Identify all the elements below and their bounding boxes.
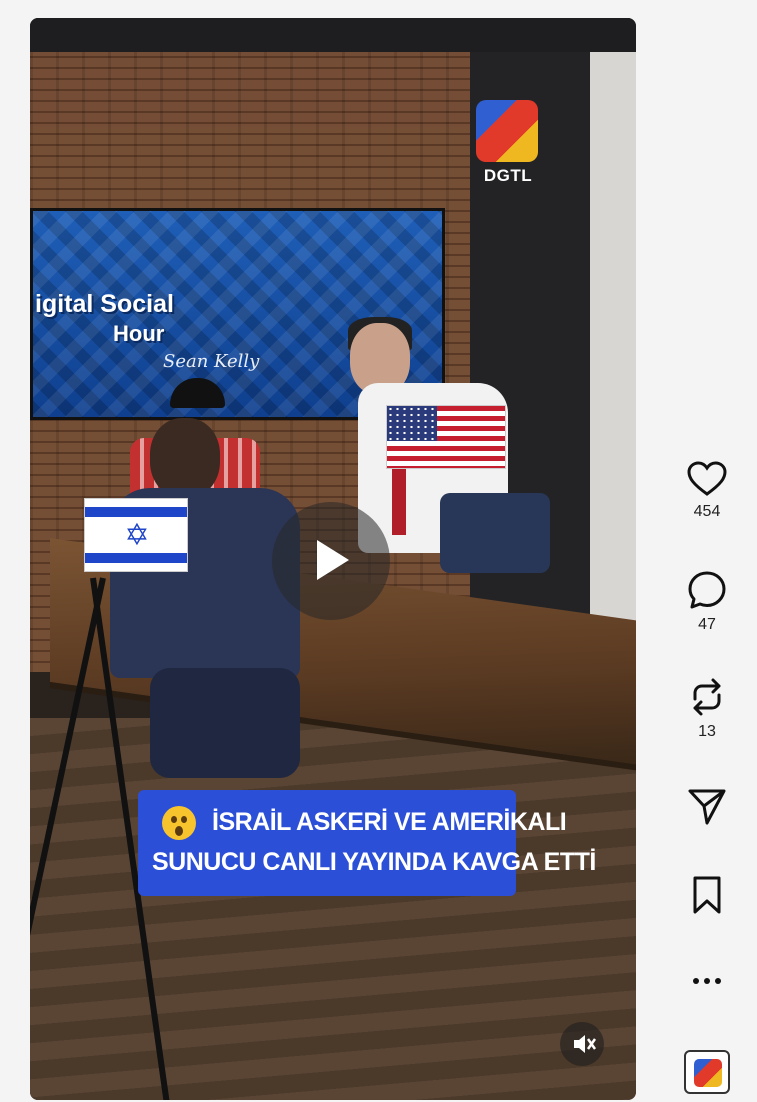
speaker-muted-icon <box>574 1035 597 1053</box>
comment-count: 47 <box>698 616 716 633</box>
mute-button[interactable] <box>560 1022 604 1066</box>
like-button[interactable]: 454 <box>672 461 742 521</box>
screen-subtitle: Hour <box>113 321 165 346</box>
repost-icon <box>693 678 721 716</box>
caption-line-2: SUNUCU CANLI YAYINDA KAVGA ETTİ <box>152 848 596 876</box>
account-avatar[interactable] <box>684 1050 730 1094</box>
more-dots-icon <box>693 978 721 984</box>
dgtl-logo: DGTL <box>476 100 540 186</box>
save-button[interactable] <box>672 875 742 915</box>
share-button[interactable] <box>672 787 742 827</box>
israel-flag: ✡ <box>84 498 188 572</box>
repost-button[interactable]: 13 <box>672 677 742 741</box>
play-icon <box>317 540 349 580</box>
video-caption: İSRAİL ASKERİ VE AMERİKALI SUNUCU CANLI … <box>138 790 596 896</box>
star-of-david-icon: ✡ <box>124 518 150 553</box>
bookmark-icon <box>693 876 721 914</box>
heart-icon <box>687 461 727 496</box>
dgtl-logo-text: DGTL <box>483 166 533 185</box>
comment-bubble-icon <box>688 571 726 609</box>
like-count: 454 <box>693 503 721 520</box>
repost-count: 13 <box>698 723 716 740</box>
more-button[interactable] <box>672 971 742 991</box>
astonished-face-emoji <box>162 806 196 840</box>
send-icon <box>688 789 726 825</box>
screen-title: igital Social <box>35 290 174 318</box>
dgtl-avatar-icon <box>694 1059 722 1087</box>
play-button[interactable] <box>272 502 390 620</box>
caption-line-1: İSRAİL ASKERİ VE AMERİKALI <box>212 808 567 836</box>
usa-flag <box>386 405 506 469</box>
comment-button[interactable]: 47 <box>672 570 742 634</box>
dgtl-logo-icon <box>476 100 538 162</box>
screen-signature: Sean Kelly <box>163 351 260 372</box>
